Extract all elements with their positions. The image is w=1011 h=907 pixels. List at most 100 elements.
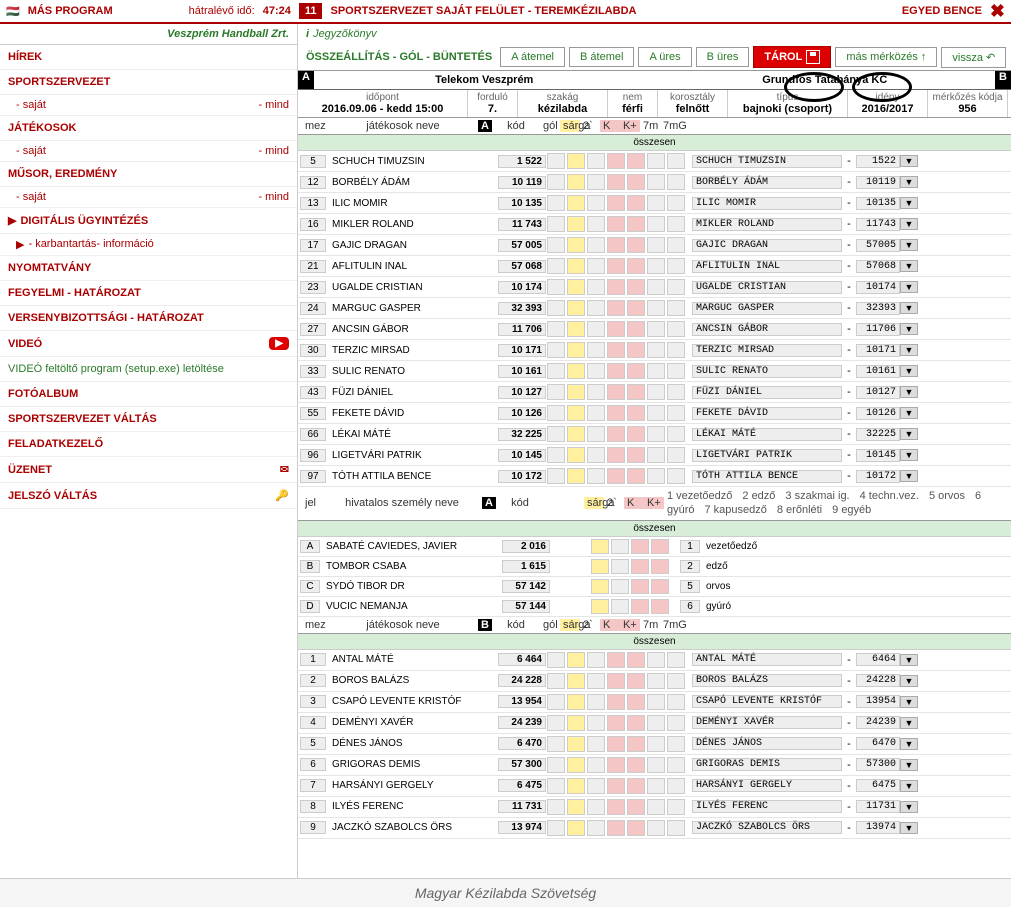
kplus-cell[interactable]: [627, 736, 645, 752]
k-cell[interactable]: [607, 715, 625, 731]
k-cell[interactable]: [607, 153, 625, 169]
m7-cell[interactable]: [647, 279, 665, 295]
goal-cell[interactable]: [547, 715, 565, 731]
k-cell[interactable]: [607, 363, 625, 379]
sidebar-item[interactable]: ▶DIGITÁLIS ÜGYINTÉZÉS: [0, 208, 297, 234]
official-letter[interactable]: A: [300, 540, 320, 553]
k-cell[interactable]: [607, 195, 625, 211]
k-cell[interactable]: [631, 579, 649, 594]
jersey-number[interactable]: 1: [300, 653, 326, 666]
sidebar-item[interactable]: FELADATKEZELŐ: [0, 432, 297, 457]
k-cell[interactable]: [607, 694, 625, 710]
two-cell[interactable]: [587, 174, 605, 190]
m7g-cell[interactable]: [667, 216, 685, 232]
goal-cell[interactable]: [547, 799, 565, 815]
two-cell[interactable]: [587, 342, 605, 358]
dropdown-icon[interactable]: ▼: [900, 239, 918, 251]
kplus-cell[interactable]: [627, 216, 645, 232]
m7g-cell[interactable]: [667, 778, 685, 794]
m7-cell[interactable]: [647, 258, 665, 274]
k-cell[interactable]: [607, 799, 625, 815]
m7-cell[interactable]: [647, 174, 665, 190]
sidebar-subitem[interactable]: - saját- mind: [0, 95, 297, 116]
m7-cell[interactable]: [647, 778, 665, 794]
yellow-cell[interactable]: [567, 363, 585, 379]
a-atemel-button[interactable]: A átemel: [500, 47, 565, 67]
two-cell[interactable]: [587, 195, 605, 211]
two-cell[interactable]: [587, 216, 605, 232]
jersey-number[interactable]: 12: [300, 176, 326, 189]
m7g-cell[interactable]: [667, 363, 685, 379]
dropdown-icon[interactable]: ▼: [900, 386, 918, 398]
m7g-cell[interactable]: [667, 153, 685, 169]
m7g-cell[interactable]: [667, 652, 685, 668]
dropdown-icon[interactable]: ▼: [900, 197, 918, 209]
goal-cell[interactable]: [547, 736, 565, 752]
yellow-cell[interactable]: [567, 216, 585, 232]
kplus-cell[interactable]: [651, 579, 669, 594]
two-cell[interactable]: [587, 468, 605, 484]
dropdown-icon[interactable]: ▼: [900, 675, 918, 687]
m7g-cell[interactable]: [667, 300, 685, 316]
kplus-cell[interactable]: [627, 300, 645, 316]
m7-cell[interactable]: [647, 405, 665, 421]
m7-cell[interactable]: [647, 799, 665, 815]
yellow-cell[interactable]: [591, 539, 609, 554]
dropdown-icon[interactable]: ▼: [900, 155, 918, 167]
m7g-cell[interactable]: [667, 799, 685, 815]
goal-cell[interactable]: [547, 174, 565, 190]
dropdown-icon[interactable]: ▼: [900, 759, 918, 771]
dropdown-icon[interactable]: ▼: [900, 302, 918, 314]
jersey-number[interactable]: 96: [300, 449, 326, 462]
two-cell[interactable]: [587, 447, 605, 463]
two-cell[interactable]: [587, 799, 605, 815]
yellow-cell[interactable]: [567, 300, 585, 316]
kplus-cell[interactable]: [627, 778, 645, 794]
yellow-cell[interactable]: [591, 599, 609, 614]
kplus-cell[interactable]: [651, 599, 669, 614]
k-cell[interactable]: [607, 300, 625, 316]
two-cell[interactable]: [611, 539, 629, 554]
dropdown-icon[interactable]: ▼: [900, 717, 918, 729]
sidebar-subitem[interactable]: - saját- mind: [0, 187, 297, 208]
m7g-cell[interactable]: [667, 736, 685, 752]
yellow-cell[interactable]: [567, 426, 585, 442]
jersey-number[interactable]: 27: [300, 323, 326, 336]
two-cell[interactable]: [587, 673, 605, 689]
goal-cell[interactable]: [547, 279, 565, 295]
goal-cell[interactable]: [547, 673, 565, 689]
official-letter[interactable]: D: [300, 600, 320, 613]
sidebar-subitem[interactable]: ▶- karbantartás- információ: [0, 234, 297, 256]
yellow-cell[interactable]: [567, 447, 585, 463]
two-cell[interactable]: [587, 405, 605, 421]
sidebar-item[interactable]: VERSENYBIZOTTSÁGI - HATÁROZAT: [0, 306, 297, 331]
dropdown-icon[interactable]: ▼: [900, 696, 918, 708]
yellow-cell[interactable]: [591, 559, 609, 574]
kplus-cell[interactable]: [627, 673, 645, 689]
m7-cell[interactable]: [647, 757, 665, 773]
yellow-cell[interactable]: [567, 174, 585, 190]
m7g-cell[interactable]: [667, 237, 685, 253]
k-cell[interactable]: [607, 237, 625, 253]
m7-cell[interactable]: [647, 673, 665, 689]
goal-cell[interactable]: [547, 384, 565, 400]
dropdown-icon[interactable]: ▼: [900, 176, 918, 188]
close-icon[interactable]: ✖: [990, 1, 1005, 22]
sidebar-item[interactable]: SPORTSZERVEZET VÁLTÁS: [0, 407, 297, 432]
yellow-cell[interactable]: [567, 757, 585, 773]
k-cell[interactable]: [607, 673, 625, 689]
two-cell[interactable]: [587, 778, 605, 794]
kplus-cell[interactable]: [627, 468, 645, 484]
k-cell[interactable]: [631, 559, 649, 574]
kplus-cell[interactable]: [627, 174, 645, 190]
two-cell[interactable]: [587, 384, 605, 400]
official-letter[interactable]: C: [300, 580, 320, 593]
sidebar-item[interactable]: JÁTÉKOSOK: [0, 116, 297, 141]
yellow-cell[interactable]: [567, 468, 585, 484]
m7g-cell[interactable]: [667, 673, 685, 689]
b-ures-button[interactable]: B üres: [696, 47, 750, 67]
sidebar-item[interactable]: HÍREK: [0, 45, 297, 70]
program-link[interactable]: MÁS PROGRAM: [28, 5, 113, 17]
kplus-cell[interactable]: [627, 799, 645, 815]
jersey-number[interactable]: 66: [300, 428, 326, 441]
